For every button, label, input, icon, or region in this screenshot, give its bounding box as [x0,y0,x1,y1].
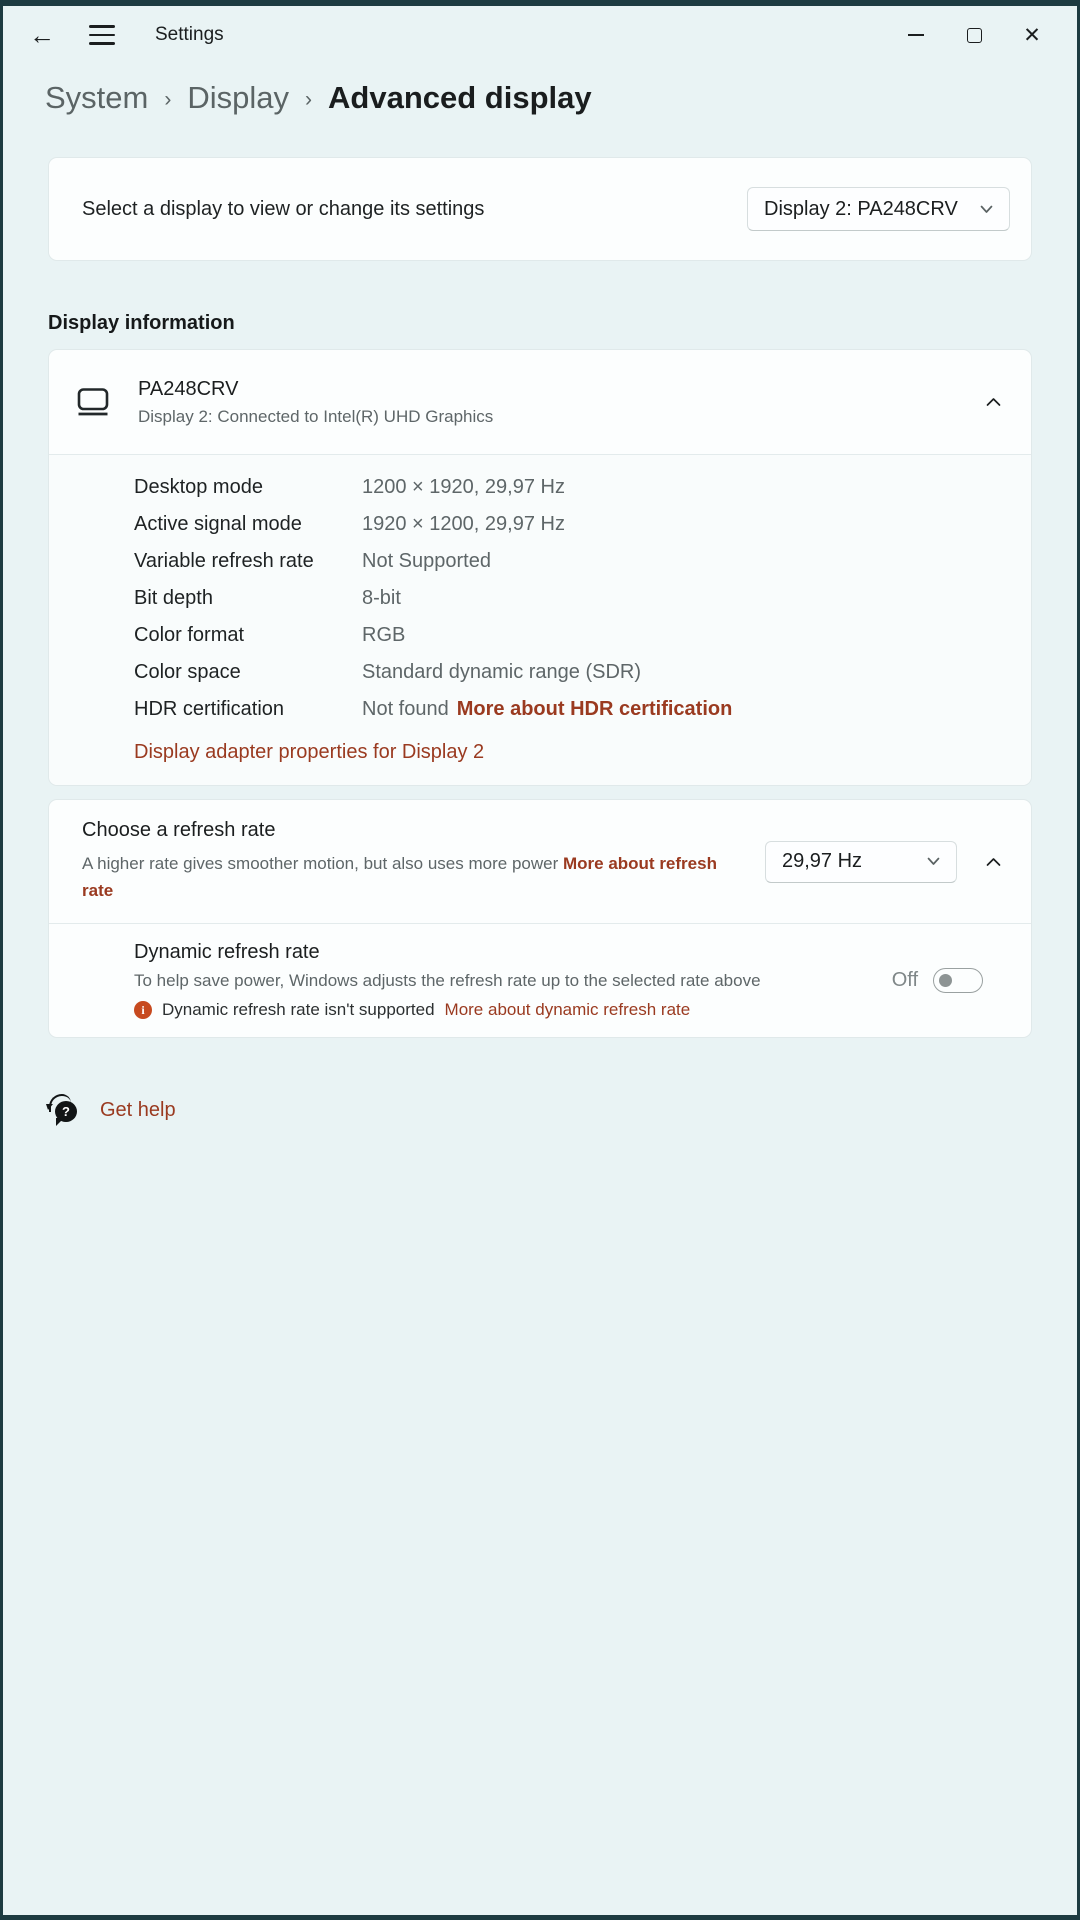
monitor-icon [76,387,110,417]
detail-row-color-space: Color space Standard dynamic range (SDR) [134,654,1003,691]
detail-value: RGB [362,624,406,646]
display-adapter-properties-link[interactable]: Display adapter properties for Display 2 [134,741,484,764]
settings-window: ← Settings ✕ System › Display › Advanced… [0,0,1080,1920]
minimize-button[interactable] [887,6,945,64]
dynamic-refresh-rate-toggle-block: Off [892,968,1007,993]
page-title: Advanced display [328,80,592,115]
window-controls: ✕ [887,6,1077,64]
hamburger-menu-icon[interactable] [89,25,115,45]
display-selector-dropdown[interactable]: Display 2: PA248CRV [747,187,1010,231]
dynamic-refresh-rate-toggle[interactable] [933,968,983,993]
detail-value: Not Supported [362,550,491,572]
breadcrumb-display[interactable]: Display [187,80,289,116]
help-bubble: ? [55,1101,77,1122]
refresh-rate-controls: 29,97 Hz [765,840,1001,883]
toggle-state-label: Off [891,969,918,991]
back-button[interactable]: ← [29,22,55,48]
page-content: Select a display to view or change its s… [3,157,1077,1126]
breadcrumb-system[interactable]: System [45,80,148,116]
close-icon: ✕ [1023,23,1041,47]
get-help-icon: ? [46,1094,80,1126]
dynamic-refresh-rate-warning-row: i Dynamic refresh rate isn't supported M… [134,1000,794,1020]
refresh-rate-value: 29,97 Hz [782,850,863,872]
get-help-row: ? Get help [46,1094,1032,1126]
detail-label: Variable refresh rate [134,550,314,572]
refresh-rate-header: Choose a refresh rate A higher rate give… [49,800,1031,923]
chevron-right-icon: › [164,87,172,111]
chevron-up-icon[interactable] [986,397,1001,407]
detail-value: 8-bit [362,587,401,609]
dynamic-refresh-rate-description: To help save power, Windows adjusts the … [134,971,761,990]
more-about-dynamic-refresh-rate-link[interactable]: More about dynamic refresh rate [445,1000,691,1020]
detail-label: Active signal mode [134,513,302,535]
maximize-icon [966,27,982,43]
detail-row-desktop-mode: Desktop mode 1200 × 1920, 29,97 Hz [134,469,1003,506]
get-help-link[interactable]: Get help [100,1099,176,1122]
detail-label: Desktop mode [134,476,263,498]
breadcrumb: System › Display › Advanced display [3,64,1077,116]
display-information-expander-header[interactable]: PA248CRV Display 2: Connected to Intel(R… [49,350,1031,454]
chevron-down-icon [980,205,993,213]
detail-row-color-format: Color format RGB [134,617,1003,654]
hamburger-bar [89,33,115,37]
question-mark-glyph: ? [62,1104,70,1119]
section-title-display-information: Display information [48,312,235,334]
dynamic-refresh-rate-section: Dynamic refresh rate To help save power,… [49,923,1031,1037]
refresh-rate-description: A higher rate gives smoother motion, but… [82,850,730,904]
display-information-card: PA248CRV Display 2: Connected to Intel(R… [48,349,1032,786]
titlebar: ← Settings ✕ [3,6,1077,64]
help-arrowhead [46,1104,53,1110]
detail-label: Color space [134,661,241,683]
display-selector-value: Display 2: PA248CRV [764,197,958,220]
refresh-rate-description-text: A higher rate gives smoother motion, but… [82,854,559,873]
hamburger-bar [89,25,115,28]
refresh-rate-card: Choose a refresh rate A higher rate give… [48,799,1032,1038]
chevron-down-icon [927,857,940,865]
detail-value: 1920 × 1200, 29,97 Hz [362,513,565,535]
detail-row-variable-refresh-rate: Variable refresh rate Not Supported [134,543,1003,580]
refresh-rate-dropdown[interactable]: 29,97 Hz [765,840,957,883]
chevron-right-icon: › [305,87,313,111]
display-information-details: Desktop mode 1200 × 1920, 29,97 Hz Activ… [49,454,1031,785]
refresh-rate-text: Choose a refresh rate A higher rate give… [82,819,730,904]
detail-label: Color format [134,624,245,646]
display-selector-card: Select a display to view or change its s… [48,157,1032,261]
detail-label: HDR certification [134,698,285,720]
dynamic-refresh-rate-title: Dynamic refresh rate [134,941,320,963]
dynamic-refresh-rate-text: Dynamic refresh rate To help save power,… [134,941,794,1020]
detail-row-active-signal-mode: Active signal mode 1920 × 1200, 29,97 Hz [134,506,1003,543]
device-subtitle: Display 2: Connected to Intel(R) UHD Gra… [138,406,494,426]
dynamic-refresh-rate-warning-text: Dynamic refresh rate isn't supported [162,1000,435,1019]
toggle-knob [939,974,952,987]
detail-label: Bit depth [134,587,213,609]
detail-value: Standard dynamic range (SDR) [362,661,642,683]
minimize-icon [908,34,924,36]
maximize-button[interactable] [945,6,1003,64]
device-name: PA248CRV [138,377,239,400]
hamburger-bar [89,42,115,45]
more-about-hdr-link[interactable]: More about HDR certification [457,698,733,721]
refresh-rate-title: Choose a refresh rate [82,819,276,841]
display-selector-label: Select a display to view or change its s… [82,197,485,220]
chevron-up-icon[interactable] [986,857,1001,867]
adapter-properties-row: Display adapter properties for Display 2 [134,732,1003,773]
detail-value: Not found [362,698,449,720]
info-icon: i [134,1001,152,1019]
app-title: Settings [155,24,224,45]
detail-value: 1200 × 1920, 29,97 Hz [362,476,565,498]
close-button[interactable]: ✕ [1003,6,1061,64]
detail-row-hdr-certification: HDR certification Not found More about H… [134,691,1003,728]
detail-row-bit-depth: Bit depth 8-bit [134,580,1003,617]
device-text: PA248CRV Display 2: Connected to Intel(R… [138,378,493,427]
